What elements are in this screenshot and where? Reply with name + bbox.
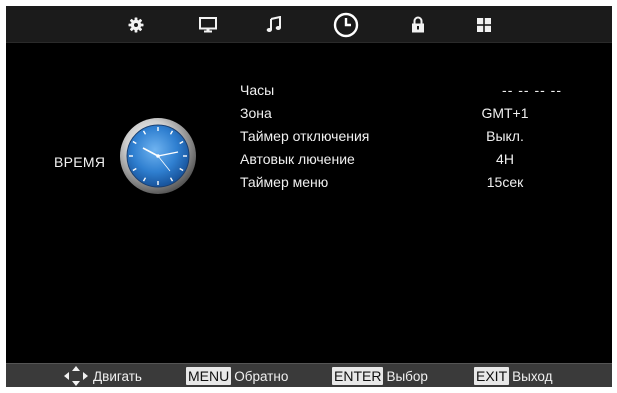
analog-clock-icon xyxy=(120,118,196,194)
gear-icon xyxy=(128,17,144,32)
tab-sound[interactable] xyxy=(254,6,294,43)
tab-settings[interactable] xyxy=(116,6,156,43)
setting-row-zone[interactable]: Зона GMT+1 xyxy=(240,103,580,125)
hint-enter-label: Выбор xyxy=(386,368,428,384)
setting-label: Зона xyxy=(240,105,272,121)
setting-value: -- -- -- -- xyxy=(502,82,562,98)
tab-time[interactable] xyxy=(326,6,366,43)
setting-label: Таймер отключения xyxy=(240,128,370,144)
hint-exit-label: Выход xyxy=(512,368,553,384)
setting-row-sleep-timer[interactable]: Таймер отключения Выкл. xyxy=(240,126,580,148)
setting-row-clock[interactable]: Часы -- -- -- -- xyxy=(240,80,580,102)
hint-move-label: Двигать xyxy=(93,368,142,384)
tab-picture[interactable] xyxy=(188,6,228,43)
help-bar: Двигать MENU Обратно ENTER Выбор EXIT Вы… xyxy=(6,363,612,387)
hint-enter[interactable]: ENTER Выбор xyxy=(332,366,428,386)
monitor-icon xyxy=(199,16,217,32)
clock-icon xyxy=(333,12,359,37)
setting-value: GMT+1 xyxy=(481,105,529,121)
setting-label: Автовык лючение xyxy=(240,151,355,167)
hint-move[interactable]: Двигать xyxy=(64,366,142,386)
hint-exit[interactable]: EXIT Выход xyxy=(474,366,553,386)
grid-icon xyxy=(477,17,491,32)
setting-label: Часы xyxy=(240,82,275,98)
music-note-icon xyxy=(266,16,281,32)
setting-value: Выкл. xyxy=(486,128,524,144)
menu-key: MENU xyxy=(186,367,232,385)
hint-menu-label: Обратно xyxy=(234,368,289,384)
setting-label: Таймер меню xyxy=(240,174,329,190)
four-way-arrows-icon xyxy=(64,366,88,386)
tab-setup[interactable] xyxy=(464,6,504,43)
section-title: ВРЕМЯ xyxy=(54,154,106,170)
exit-key: EXIT xyxy=(474,367,510,385)
menu-tab-bar xyxy=(6,6,612,43)
tab-lock[interactable] xyxy=(398,6,438,43)
setting-row-menu-timer[interactable]: Таймер меню 15сек xyxy=(240,172,580,194)
setting-value: 15сек xyxy=(486,174,524,190)
hint-menu[interactable]: MENU Обратно xyxy=(186,366,288,386)
setting-value: 4H xyxy=(496,151,514,167)
setting-row-auto-off[interactable]: Автовык лючение 4H xyxy=(240,149,580,171)
enter-key: ENTER xyxy=(332,367,384,385)
lock-icon xyxy=(412,16,424,33)
tv-osd-screen: ВРЕМЯ Часы -- -- -- -- Зона GMT+1 Таймер… xyxy=(6,6,612,387)
